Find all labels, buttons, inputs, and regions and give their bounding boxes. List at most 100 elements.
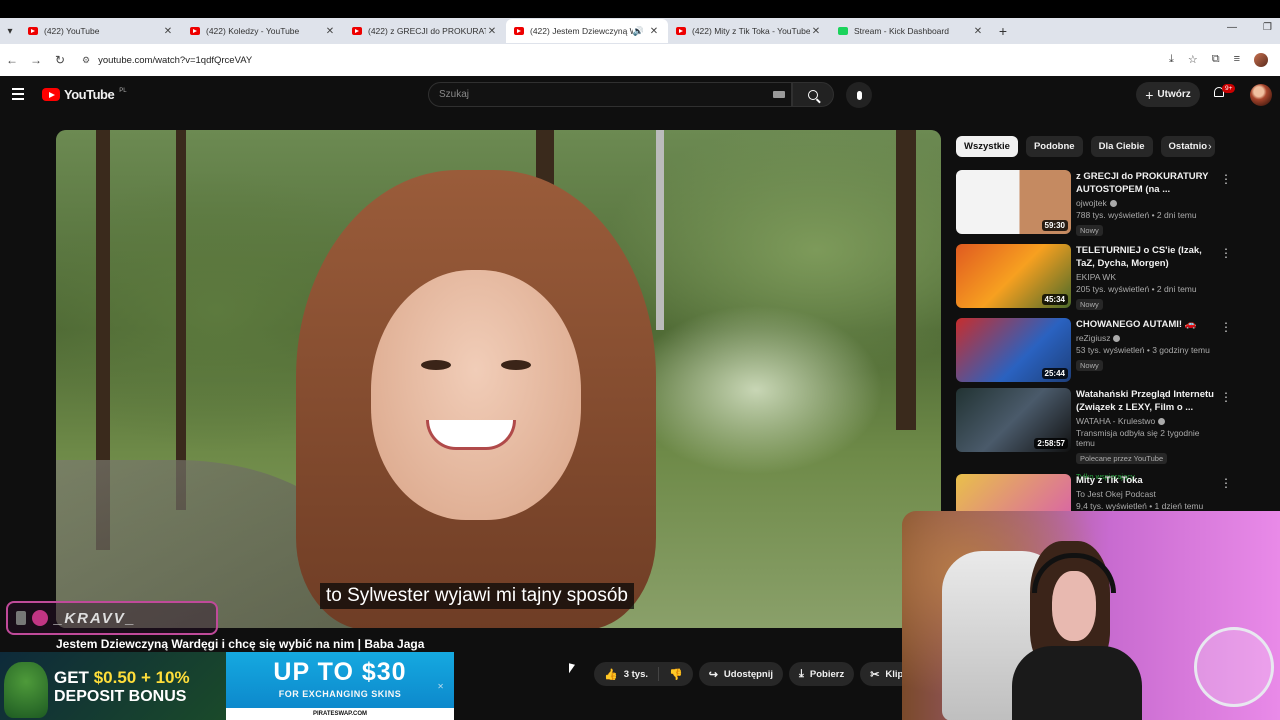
channel-name[interactable]: EKIPA WK [1076,272,1216,282]
download-label: Pobierz [809,668,845,680]
browser-tab[interactable]: (422) YouTube ✕ [20,19,182,43]
like-button[interactable]: 👍 3 tys. [594,662,658,686]
channel-name[interactable]: WATAHA - Krulestwo [1076,416,1216,426]
browser-tab[interactable]: (422) Mity z Tik Toka - YouTube ✕ [668,19,830,43]
search-box [428,82,792,107]
youtube-logo[interactable]: YouTube PL [42,87,127,102]
channel-name[interactable]: To Jest Okej Podcast [1076,489,1216,499]
video-subtitle: to Sylwester wyjawi mi tajny sposób [320,583,634,609]
browser-tab[interactable]: (422) z GRECJI do PROKURATU ✕ [344,19,506,43]
tab-search-icon[interactable]: ▾ [0,26,20,37]
recommendation-item[interactable]: 25:44 CHOWANEGO AUTAMI! 🚗 reZigiusz 53 t… [956,318,1236,384]
ad-subline: FOR EXCHANGING SKINS [278,689,402,699]
recommended-badge: Polecane przez YouTube [1076,453,1168,464]
minimize-icon[interactable]: — [1227,22,1237,33]
create-label: Utwórz [1157,89,1191,100]
chevron-right-icon[interactable]: › [1208,141,1212,153]
maximize-icon[interactable]: ❐ [1263,22,1272,33]
verified-icon [1113,335,1121,343]
video-meta: 9,4 tys. wyświetleń • 1 dzień temu [1076,501,1204,511]
search-icon [808,89,818,100]
more-options-icon[interactable]: ⋮ [1220,320,1232,334]
video-thumbnail[interactable]: 25:44 [956,318,1071,382]
browser-tab[interactable]: Stream - Kick Dashboard ✕ [830,19,992,43]
profile-avatar[interactable] [1254,53,1268,67]
dislike-button[interactable]: 👎 [659,662,693,686]
scissors-icon: ✂ [870,668,880,681]
bookmark-star-icon[interactable]: ☆ [1188,53,1198,67]
video-actions: 👍 3 tys. 👎 ↪ Udostępnij ⤓ Pobierz ✂ Klip [594,662,914,686]
streamer-handle: _KRAVV_ [54,609,137,627]
address-bar-actions: ⤓ ☆ ⧉ ≡ [1169,53,1268,67]
like-count: 3 tys. [623,668,648,680]
more-options-icon[interactable]: ⋮ [1220,246,1232,260]
recommendation-title[interactable]: TELETURNIEJ o CS'ie (Izak, TaZ, Dycha, M… [1076,244,1216,270]
browser-tab-active[interactable]: (422) Jestem Dziewczyną W 🔊 ✕ [506,19,668,43]
recommendation-item[interactable]: 2:58:57 Watahański Przegląd Internetu (Z… [956,388,1236,481]
extensions-icon[interactable]: ⧉ [1212,53,1220,67]
media-controls-icon[interactable]: ≡ [1234,53,1240,67]
close-icon[interactable]: ✕ [324,26,336,37]
close-icon[interactable]: ✕ [810,26,822,37]
channel-name[interactable]: reZigiusz [1076,333,1216,343]
browser-tab[interactable]: (422) Koledzy - YouTube ✕ [182,19,344,43]
site-info-icon[interactable]: ⚙ [82,55,90,66]
more-options-icon[interactable]: ⋮ [1220,390,1232,404]
chip-recent[interactable]: Ostatnio [1160,136,1216,157]
new-badge: Nowy [1076,360,1103,371]
video-player[interactable]: to Sylwester wyjawi mi tajny sposób [56,130,941,628]
like-dislike-group: 👍 3 tys. 👎 [594,662,693,686]
youtube-favicon-icon [28,27,38,35]
search-input[interactable] [439,89,759,100]
ad-left-panel: GET $0.50 + 10% DEPOSIT BONUS [0,652,226,720]
chip-all[interactable]: Wszystkie [956,136,1018,157]
chip-for-you[interactable]: Dla Ciebie [1090,136,1153,157]
channel-name[interactable]: ojwojtek [1076,198,1216,208]
ad-banner[interactable]: GET $0.50 + 10% DEPOSIT BONUS UP TO $30 … [0,652,454,720]
close-icon[interactable]: ✕ [486,26,498,37]
forward-icon[interactable]: → [24,53,48,67]
notification-badge: 9+ [1222,84,1236,93]
video-thumbnail[interactable]: 59:30 [956,170,1071,234]
new-badge: Nowy [1076,225,1103,236]
create-button[interactable]: + Utwórz [1136,82,1200,107]
recommendation-item[interactable]: Mity z Tik Toka To Jest Okej Podcast 9,4… [956,474,1236,538]
close-icon[interactable]: ✕ [162,26,174,37]
video-thumbnail[interactable]: 2:58:57 [956,388,1071,452]
download-button[interactable]: ⤓ Pobierz [789,662,855,686]
streamer-social-overlay: _KRAVV_ [6,601,218,635]
share-button[interactable]: ↪ Udostępnij [698,662,784,686]
youtube-favicon-icon [190,27,200,35]
back-icon[interactable]: ← [0,53,24,67]
keyboard-icon[interactable] [773,91,785,98]
share-icon: ↪ [708,668,718,681]
reload-icon[interactable]: ↻ [48,53,72,67]
speaker-icon[interactable]: 🔊 [633,26,644,37]
window-controls: — ❐ [1227,22,1272,33]
thumbs-up-icon: 👍 [604,668,618,681]
recommendation-item[interactable]: 45:34 TELETURNIEJ o CS'ie (Izak, TaZ, Dy… [956,244,1236,310]
url-field[interactable]: ⚙ youtube.com/watch?v=1qdfQrceVAY [82,55,1169,66]
recommendation-title[interactable]: z GRECJI do PROKURATURY AUTOSTOPEM (na .… [1076,170,1216,196]
install-icon[interactable]: ⤓ [1169,53,1174,67]
search-button[interactable] [792,82,834,107]
close-icon[interactable]: ✕ [972,26,984,37]
recommendation-item[interactable]: 59:30 z GRECJI do PROKURATURY AUTOSTOPEM… [956,170,1236,236]
microphone-icon [856,90,862,100]
more-options-icon[interactable]: ⋮ [1220,172,1232,186]
recommendation-title[interactable]: Mity z Tik Toka [1076,474,1216,487]
youtube-favicon-icon [676,27,686,35]
more-options-icon[interactable]: ⋮ [1220,476,1232,490]
ad-close-icon[interactable]: ✕ [437,682,444,691]
close-icon[interactable]: ✕ [648,26,660,37]
recommendation-title[interactable]: Watahański Przegląd Internetu (Związek z… [1076,388,1216,414]
screen-top-border [0,0,1280,18]
verified-icon [1109,200,1117,208]
menu-icon[interactable] [12,88,24,103]
video-thumbnail[interactable]: 45:34 [956,244,1071,308]
recommendation-title[interactable]: CHOWANEGO AUTAMI! 🚗 [1076,318,1216,331]
chip-related[interactable]: Podobne [1025,136,1083,157]
voice-search-button[interactable] [846,82,872,108]
account-avatar[interactable] [1250,84,1272,106]
new-tab-icon[interactable]: + [992,23,1014,39]
